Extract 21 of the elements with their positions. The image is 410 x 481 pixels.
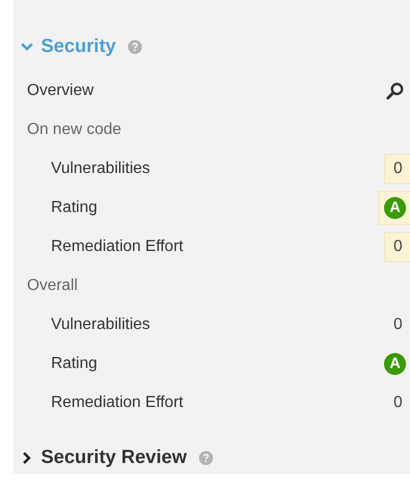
metric-label: Remediation Effort bbox=[50, 238, 184, 256]
metric-label: Remediation Effort bbox=[50, 394, 184, 412]
help-icon[interactable] bbox=[128, 40, 142, 54]
metric-value[interactable]: 0 bbox=[384, 232, 410, 262]
rating-badge[interactable]: A bbox=[378, 346, 410, 380]
section-title[interactable]: Security Review bbox=[41, 447, 187, 469]
chevron-right-icon[interactable] bbox=[21, 452, 33, 464]
group-label: Overall bbox=[26, 276, 79, 294]
overview-link[interactable]: Overview bbox=[13, 82, 385, 100]
metric-value[interactable]: 0 bbox=[384, 310, 410, 340]
help-icon[interactable] bbox=[198, 451, 213, 465]
metric-label: Rating bbox=[50, 354, 98, 372]
chevron-down-icon[interactable] bbox=[21, 41, 33, 53]
search-icon[interactable] bbox=[385, 80, 405, 100]
metric-label: Vulnerabilities bbox=[50, 316, 152, 334]
rating-cell[interactable]: A bbox=[378, 190, 410, 224]
group-label: On new code bbox=[26, 120, 122, 138]
metric-value[interactable]: 0 bbox=[384, 388, 410, 418]
metric-label: Rating bbox=[50, 198, 98, 216]
metric-label: Vulnerabilities bbox=[50, 160, 152, 178]
metric-value[interactable]: 0 bbox=[384, 154, 410, 184]
